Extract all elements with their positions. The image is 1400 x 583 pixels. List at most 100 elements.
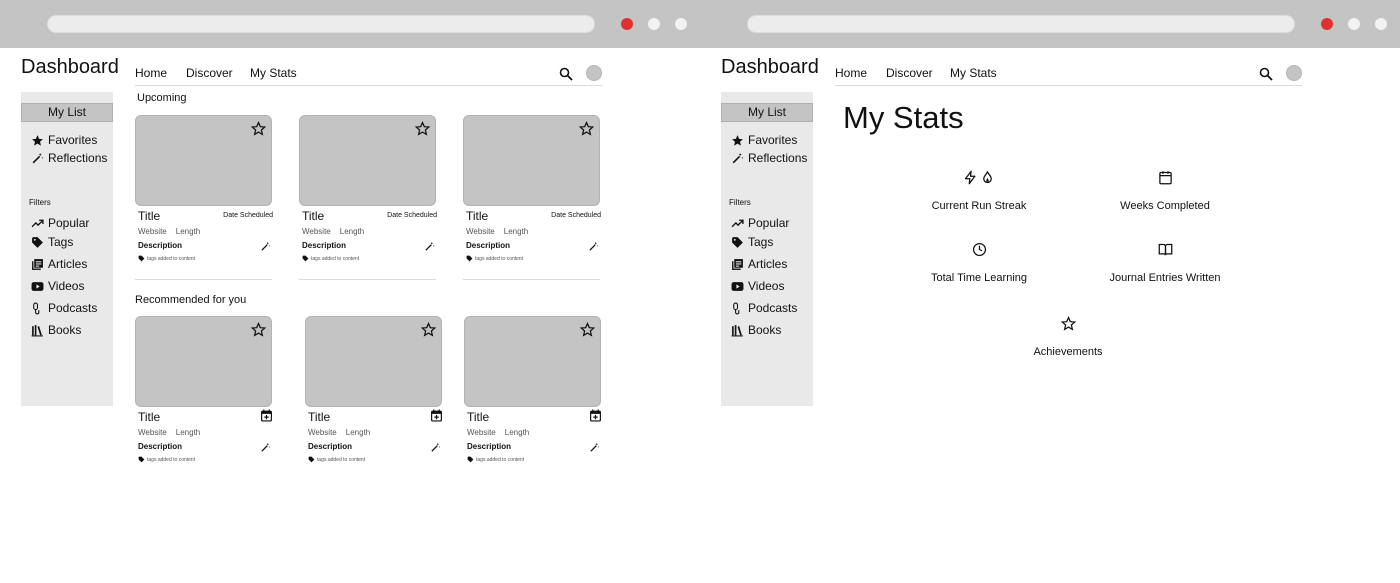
maximize-window-button[interactable] [675, 18, 687, 30]
sidebar-item-popular[interactable]: Popular [31, 216, 89, 230]
sidebar-item-videos[interactable]: Videos [731, 279, 784, 293]
card-length: Length [345, 428, 371, 437]
sidebar-item-tags[interactable]: Tags [731, 235, 773, 249]
nav-home[interactable]: Home [135, 66, 167, 80]
stat-achievements[interactable]: Achievements [983, 316, 1153, 358]
minimize-window-button[interactable] [1348, 18, 1360, 30]
minimize-window-button[interactable] [648, 18, 660, 30]
star-outline-icon [1060, 316, 1076, 331]
avatar[interactable] [1286, 65, 1302, 81]
card-length: Length [175, 227, 201, 236]
stat-journal-entries-written[interactable]: Journal Entries Written [1080, 242, 1250, 284]
star-outline-icon[interactable] [251, 322, 266, 337]
stat-label: Journal Entries Written [1109, 272, 1221, 284]
sidebar-item-label: Podcasts [48, 301, 98, 315]
stat-icons [983, 316, 1153, 332]
card-title[interactable]: Title [138, 410, 160, 424]
magic-wand-icon[interactable] [589, 442, 600, 453]
stat-current-run-streak[interactable]: Current Run Streak [894, 170, 1064, 212]
stat-icons [894, 170, 1064, 186]
card-title[interactable]: Title [138, 209, 160, 223]
maximize-window-button[interactable] [1375, 18, 1387, 30]
close-window-button[interactable] [1321, 18, 1333, 30]
sidebar-item-label: Tags [48, 235, 74, 249]
sidebar-item-label: Favorites [748, 133, 798, 147]
sidebar-item-tags[interactable]: Tags [31, 235, 73, 249]
sidebar-item-books[interactable]: Books [731, 323, 781, 337]
articles-icon [32, 258, 43, 270]
star-outline-icon[interactable] [421, 322, 436, 337]
date-scheduled: Date Scheduled [387, 212, 437, 219]
stat-weeks-completed[interactable]: Weeks Completed [1080, 170, 1250, 212]
recommended-card[interactable]: Title Website Length Description tags add… [305, 316, 445, 476]
dashboard-title: Dashboard [21, 56, 119, 78]
card-title[interactable]: Title [467, 410, 489, 424]
filters-heading: Filters [729, 198, 751, 207]
card-meta: Website Length [467, 428, 529, 437]
tag-icon [308, 456, 315, 463]
magic-wand-icon [732, 152, 744, 163]
stat-icons [1080, 170, 1250, 186]
sidebar-item-videos[interactable]: Videos [31, 279, 84, 293]
tag-icon [138, 456, 145, 463]
sidebar-item-podcasts[interactable]: Podcasts [31, 301, 97, 315]
sidebar-item-reflections[interactable]: Reflections [731, 151, 807, 165]
magic-wand-icon[interactable] [260, 442, 271, 453]
my-list-button[interactable]: My List [721, 103, 813, 122]
card-title[interactable]: Title [466, 209, 488, 223]
sidebar-item-articles[interactable]: Articles [31, 257, 87, 271]
star-outline-icon[interactable] [415, 121, 430, 136]
sidebar-item-label: Tags [748, 235, 774, 249]
sidebar-item-popular[interactable]: Popular [731, 216, 789, 230]
stat-total-time-learning[interactable]: Total Time Learning [894, 242, 1064, 284]
filters-heading: Filters [29, 198, 51, 207]
articles-icon [732, 258, 743, 270]
upcoming-card[interactable]: Title Date Scheduled Website Length Descr… [135, 115, 275, 280]
card-title[interactable]: Title [302, 209, 324, 223]
upcoming-card[interactable]: Title Date Scheduled Website Length Descr… [299, 115, 439, 280]
sidebar-item-articles[interactable]: Articles [731, 257, 787, 271]
sidebar-item-podcasts[interactable]: Podcasts [731, 301, 797, 315]
sidebar-item-favorites[interactable]: Favorites [731, 133, 797, 147]
microphone-icon [33, 302, 40, 314]
recommended-card[interactable]: Title Website Length Description tags add… [464, 316, 604, 476]
magic-wand-icon[interactable] [588, 241, 599, 252]
tag-icon [467, 456, 474, 463]
clock-icon [972, 242, 986, 257]
nav-discover[interactable]: Discover [186, 66, 233, 80]
search-icon[interactable] [1259, 67, 1273, 81]
nav-discover[interactable]: Discover [886, 66, 933, 80]
star-outline-icon[interactable] [580, 322, 595, 337]
address-bar[interactable] [47, 15, 595, 33]
upcoming-card[interactable]: Title Date Scheduled Website Length Descr… [463, 115, 603, 280]
search-icon[interactable] [559, 67, 573, 81]
calendar-add-icon[interactable] [589, 409, 602, 422]
magic-wand-icon[interactable] [430, 442, 441, 453]
books-icon [731, 324, 743, 336]
star-outline-icon[interactable] [251, 121, 266, 136]
star-outline-icon[interactable] [579, 121, 594, 136]
nav-home[interactable]: Home [835, 66, 867, 80]
sidebar-item-books[interactable]: Books [31, 323, 81, 337]
magic-wand-icon[interactable] [424, 241, 435, 252]
card-tags-text: tags added to content [311, 255, 360, 262]
calendar-add-icon[interactable] [260, 409, 273, 422]
close-window-button[interactable] [621, 18, 633, 30]
card-description: Description [467, 442, 512, 451]
magic-wand-icon[interactable] [260, 241, 271, 252]
sidebar-item-favorites[interactable]: Favorites [31, 133, 97, 147]
sidebar-item-reflections[interactable]: Reflections [31, 151, 107, 165]
recommended-card[interactable]: Title Website Length Description tags add… [135, 316, 275, 476]
card-title[interactable]: Title [308, 410, 330, 424]
my-list-button[interactable]: My List [21, 103, 113, 122]
avatar[interactable] [586, 65, 602, 81]
books-icon [31, 324, 43, 336]
address-bar[interactable] [747, 15, 1295, 33]
nav-my-stats[interactable]: My Stats [950, 66, 997, 80]
sidebar-item-label: Reflections [48, 151, 108, 165]
browser-toolbar [700, 0, 1400, 48]
card-divider [299, 279, 436, 280]
calendar-add-icon[interactable] [430, 409, 443, 422]
star-filled-icon [32, 134, 43, 146]
nav-my-stats[interactable]: My Stats [250, 66, 297, 80]
